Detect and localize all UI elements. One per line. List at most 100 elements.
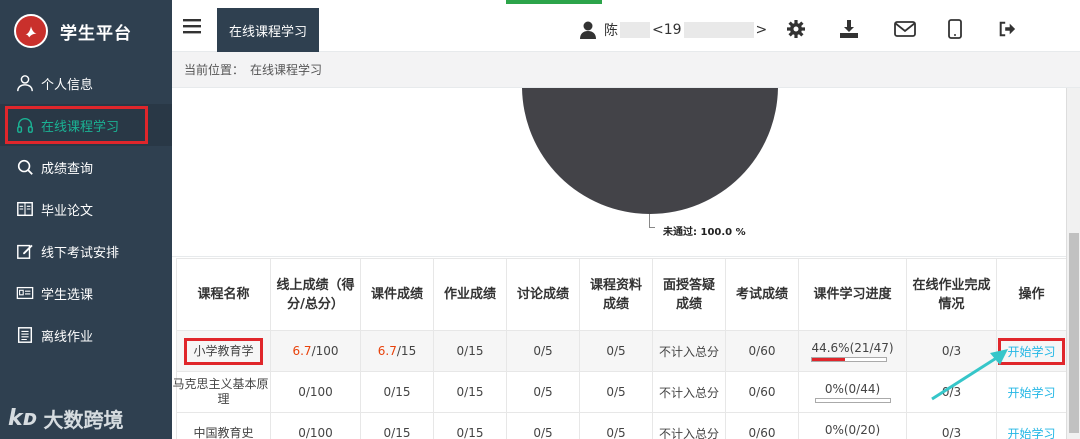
courseware-score: 0: [383, 426, 392, 439]
homework-score: 0/15: [433, 412, 507, 439]
materials-score: 0/5: [579, 371, 653, 413]
progress: 44.6%(21/47): [811, 340, 894, 362]
col-header: 操作: [996, 258, 1066, 331]
online-score: 0: [298, 385, 306, 399]
search-icon: [17, 159, 33, 175]
courseware-total: /15: [391, 385, 411, 399]
divider: [172, 256, 1066, 257]
courseware-score: 0: [383, 385, 392, 399]
highlight-box: [5, 106, 148, 144]
annotation-arrow: [931, 349, 1008, 401]
online-score: 0: [298, 426, 306, 439]
mail-icon[interactable]: [894, 19, 916, 39]
exam-score: 0/60: [725, 371, 799, 413]
table-row: 中国教育史 0/100 0/15 0/15 0/5 0/5 不计入总分 0/60…: [176, 412, 1066, 439]
online-total: /100: [305, 426, 333, 439]
user-icon: [17, 75, 33, 92]
redacted-block: [620, 22, 650, 38]
materials-score: 0/5: [579, 330, 653, 372]
sidebar-item-thesis[interactable]: 毕业论文: [0, 188, 172, 230]
sidebar-item-exam-schedule[interactable]: 线下考试安排: [0, 230, 172, 272]
progress-text: 44.6%(21/47): [811, 340, 894, 355]
edit-icon: [17, 244, 33, 259]
user-id-prefix: <19: [652, 22, 682, 38]
sidebar-item-profile[interactable]: 个人信息: [0, 62, 172, 104]
sidebar: 学生平台 个人信息 在线课程学习 成绩查询 毕业论文 线下考试安排 学生选课 离…: [0, 0, 172, 439]
progress-bar: [811, 356, 888, 362]
col-header: 课程名称: [176, 258, 271, 331]
progress: 0%(0/20): [814, 422, 891, 439]
pie-chart-slice: [522, 88, 778, 214]
courseware-score: 6.7: [377, 344, 397, 358]
sidebar-item-course-selection[interactable]: 学生选课: [0, 272, 172, 314]
progress-fill: [812, 357, 846, 361]
pie-label: 未通过: 100.0 %: [663, 227, 746, 238]
faceqa-score: 不计入总分: [652, 412, 726, 439]
course-name: 中国教育史: [176, 412, 271, 439]
courseware-total: /15: [391, 426, 411, 439]
progress-cell: 0%(0/44): [798, 371, 907, 413]
faceqa-score: 不计入总分: [652, 371, 726, 413]
sidebar-item-label: 个人信息: [41, 77, 94, 93]
top-accent-bar: [506, 0, 602, 4]
col-header: 课件学习进度: [798, 258, 907, 331]
breadcrumb: 当前位置： 在线课程学习: [172, 52, 1080, 88]
discussion-score: 0/5: [506, 330, 580, 372]
logo-icon: [14, 14, 48, 48]
sidebar-item-offline-homework[interactable]: 离线作业: [0, 314, 172, 356]
homework-score: 0/15: [433, 371, 507, 413]
tab-online-course[interactable]: 在线课程学习: [217, 8, 319, 52]
discussion-score: 0/5: [506, 371, 580, 413]
start-learning-link[interactable]: 开始学习: [1007, 427, 1055, 439]
scrollbar-thumb[interactable]: [1069, 233, 1079, 433]
settings-icon[interactable]: [786, 19, 806, 39]
user-info[interactable]: 陈 <19 >: [580, 20, 767, 40]
online-score-cell: 6.7/100: [270, 330, 361, 372]
progress-text: 0%(0/20): [824, 422, 881, 437]
col-header: 作业成绩: [433, 258, 507, 331]
sidebar-item-grades[interactable]: 成绩查询: [0, 146, 172, 188]
scrollbar[interactable]: [1066, 88, 1080, 439]
faceqa-score: 不计入总分: [652, 330, 726, 372]
sidebar-item-label: 离线作业: [41, 329, 94, 345]
watermark-logo-icon: kᴅ: [8, 406, 38, 431]
col-header: 课程资料成绩: [579, 258, 653, 331]
progress-text: 0%(0/44): [824, 381, 881, 396]
col-header: 线上成绩（得分/总分）: [270, 258, 361, 331]
user-icon: [580, 21, 596, 39]
topbar: 在线课程学习 陈 <19 >: [172, 0, 1080, 52]
online-total: /100: [311, 344, 339, 358]
user-id-suffix: >: [755, 22, 768, 38]
col-header: 面授答疑成绩: [652, 258, 726, 331]
online-total: /100: [305, 385, 333, 399]
online-homework-status: 0/3: [906, 412, 997, 439]
logout-icon[interactable]: [998, 19, 1016, 39]
sidebar-item-online-course[interactable]: 在线课程学习: [0, 104, 172, 146]
courseware-score-cell: 0/15: [360, 371, 434, 413]
brand: 学生平台: [0, 0, 172, 62]
book-icon: [17, 201, 33, 217]
action-cell: 开始学习: [996, 412, 1066, 439]
download-icon[interactable]: [839, 19, 859, 39]
homework-score: 0/15: [433, 330, 507, 372]
breadcrumb-current[interactable]: 在线课程学习: [250, 61, 322, 78]
exam-score: 0/60: [725, 330, 799, 372]
col-header: 讨论成绩: [506, 258, 580, 331]
progress: 0%(0/44): [814, 381, 891, 403]
table-header-row: 课程名称 线上成绩（得分/总分） 课件成绩 作业成绩 讨论成绩 课程资料成绩 面…: [176, 258, 1066, 331]
menu-toggle-button[interactable]: [180, 14, 204, 38]
online-score-cell: 0/100: [270, 412, 361, 439]
sidebar-item-label: 成绩查询: [41, 161, 94, 177]
courseware-total: /15: [396, 344, 417, 358]
app-title: 学生平台: [60, 23, 132, 44]
redacted-block: [683, 22, 754, 38]
watermark: kᴅ 大数跨境: [8, 404, 124, 433]
sidebar-item-label: 线下考试安排: [41, 245, 120, 261]
courseware-score-cell: 0/15: [360, 412, 434, 439]
mobile-icon[interactable]: [948, 19, 962, 39]
progress-cell: 0%(0/20): [798, 412, 907, 439]
col-header: 考试成绩: [725, 258, 799, 331]
exam-score: 0/60: [725, 412, 799, 439]
sidebar-item-label: 学生选课: [41, 287, 94, 303]
start-learning-link[interactable]: 开始学习: [1007, 386, 1055, 400]
